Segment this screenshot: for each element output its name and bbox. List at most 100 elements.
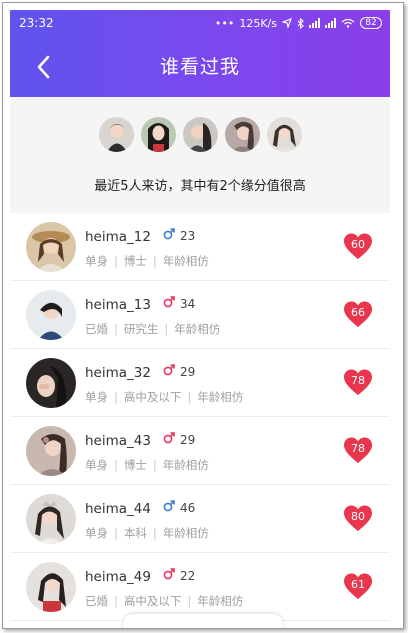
fate-score-badge: 78 [343, 368, 373, 398]
user-tag: 年龄相仿 [162, 254, 209, 268]
male-icon [163, 500, 175, 515]
fate-score-badge: 78 [343, 436, 373, 466]
user-name: heima_13 [85, 297, 151, 313]
female-icon [163, 568, 175, 583]
user-name: heima_12 [85, 229, 151, 245]
network-speed: 125K/s [239, 16, 277, 30]
visitor-list: heima_12 23 单身 | 博士 | 年龄相仿 60 heima_13 34 已婚… [10, 213, 390, 621]
user-tag: 年龄相仿 [197, 594, 244, 608]
tag-separator: | [114, 594, 118, 608]
female-icon [163, 432, 175, 447]
visitor-summary: 最近5人来访，其中有2个缘分值很高 [94, 179, 306, 194]
fate-score-badge: 61 [343, 572, 373, 602]
user-tag: 已婚 [85, 322, 108, 336]
user-name: heima_44 [85, 501, 151, 517]
header: 23:32 ••• 125K/s 82 谁看过我 [10, 10, 390, 97]
user-age: 34 [180, 296, 196, 311]
visitor-row[interactable]: heima_13 34 已婚 | 研究生 | 年龄相仿 66 [10, 281, 390, 349]
fate-score: 66 [351, 306, 365, 319]
female-icon [163, 296, 175, 311]
male-icon [163, 228, 175, 240]
gender-age: 29 [163, 364, 195, 379]
user-tag: 单身 [85, 390, 108, 404]
gender-age: 46 [163, 500, 195, 515]
user-tags: 已婚 | 高中及以下 | 年龄相仿 [85, 593, 243, 609]
tag-separator: | [114, 322, 118, 336]
user-age: 29 [180, 432, 196, 447]
tag-separator: | [187, 390, 192, 404]
gender-age: 23 [163, 228, 195, 243]
bluetooth-icon [297, 17, 304, 29]
gender-age: 34 [163, 296, 195, 311]
fate-score: 61 [351, 578, 365, 591]
signal-icon-2 [325, 18, 336, 28]
user-tags: 单身 | 博士 | 年龄相仿 [85, 457, 209, 473]
user-avatar[interactable] [26, 290, 76, 340]
visitor-avatars [10, 117, 390, 152]
female-icon [163, 364, 175, 376]
user-tag: 单身 [85, 526, 108, 540]
status-icons: ••• 125K/s 82 [215, 17, 382, 30]
female-icon [163, 364, 175, 379]
user-avatar[interactable] [26, 426, 76, 476]
user-avatar[interactable] [26, 358, 76, 408]
visitor-avatar[interactable] [182, 117, 218, 152]
status-time: 23:32 [19, 16, 54, 30]
user-tag: 单身 [85, 254, 108, 268]
visitor-row[interactable]: heima_32 29 单身 | 高中及以下 | 年龄相仿 78 [10, 349, 390, 417]
fate-score-badge: 66 [343, 300, 373, 330]
user-tags: 单身 | 高中及以下 | 年龄相仿 [85, 389, 243, 405]
user-avatar[interactable] [26, 222, 76, 272]
bottom-sheet-handle [123, 614, 283, 628]
battery-icon: 82 [360, 17, 382, 29]
user-name: heima_43 [85, 433, 151, 449]
fate-score: 78 [351, 374, 365, 387]
user-tags: 单身 | 博士 | 年龄相仿 [85, 253, 209, 269]
wifi-icon [341, 18, 355, 28]
gender-age: 29 [163, 432, 195, 447]
user-age: 22 [180, 568, 196, 583]
user-tag: 高中及以下 [123, 594, 182, 608]
visitor-row[interactable]: heima_43 29 单身 | 博士 | 年龄相仿 78 [10, 417, 390, 485]
fate-score: 80 [351, 510, 365, 523]
user-tag: 已婚 [85, 594, 108, 608]
tag-separator: | [187, 594, 192, 608]
tag-separator: | [152, 254, 157, 268]
tag-separator: | [114, 390, 118, 404]
user-tags: 已婚 | 研究生 | 年龄相仿 [85, 321, 220, 337]
user-tag: 研究生 [123, 322, 159, 336]
fate-score: 60 [351, 238, 365, 251]
tag-separator: | [114, 526, 118, 540]
visitor-row[interactable]: heima_44 46 单身 | 本科 | 年龄相仿 80 [10, 485, 390, 553]
fate-score-badge: 60 [343, 232, 373, 262]
fate-score: 78 [351, 442, 365, 455]
visitor-row[interactable]: heima_49 22 已婚 | 高中及以下 | 年龄相仿 61 [10, 553, 390, 621]
female-icon [163, 568, 175, 580]
status-bar: 23:32 ••• 125K/s 82 [10, 10, 390, 36]
user-tag: 年龄相仿 [162, 458, 209, 472]
user-tag: 年龄相仿 [162, 526, 209, 540]
user-age: 46 [180, 500, 196, 515]
user-tag: 年龄相仿 [174, 322, 221, 336]
recent-visitors-panel: 最近5人来访，其中有2个缘分值很高 [10, 97, 390, 213]
user-age: 23 [180, 228, 196, 243]
visitor-avatar[interactable] [224, 117, 260, 152]
tag-separator: | [114, 458, 118, 472]
tag-separator: | [114, 254, 118, 268]
female-icon [163, 296, 175, 308]
page-title: 谁看过我 [159, 56, 240, 78]
dots-icon: ••• [214, 16, 235, 30]
user-avatar[interactable] [26, 562, 76, 612]
user-avatar[interactable] [26, 494, 76, 544]
visitor-row[interactable]: heima_12 23 单身 | 博士 | 年龄相仿 60 [10, 213, 390, 281]
male-icon [163, 500, 175, 512]
user-tag: 博士 [123, 458, 147, 472]
male-icon [163, 228, 175, 243]
visitor-avatar[interactable] [140, 117, 176, 152]
visitor-avatar[interactable] [266, 117, 302, 152]
tag-separator: | [164, 322, 169, 336]
user-tag: 年龄相仿 [197, 390, 244, 404]
visitor-avatar[interactable] [98, 117, 134, 152]
signal-icon [309, 18, 320, 28]
tag-separator: | [152, 458, 157, 472]
